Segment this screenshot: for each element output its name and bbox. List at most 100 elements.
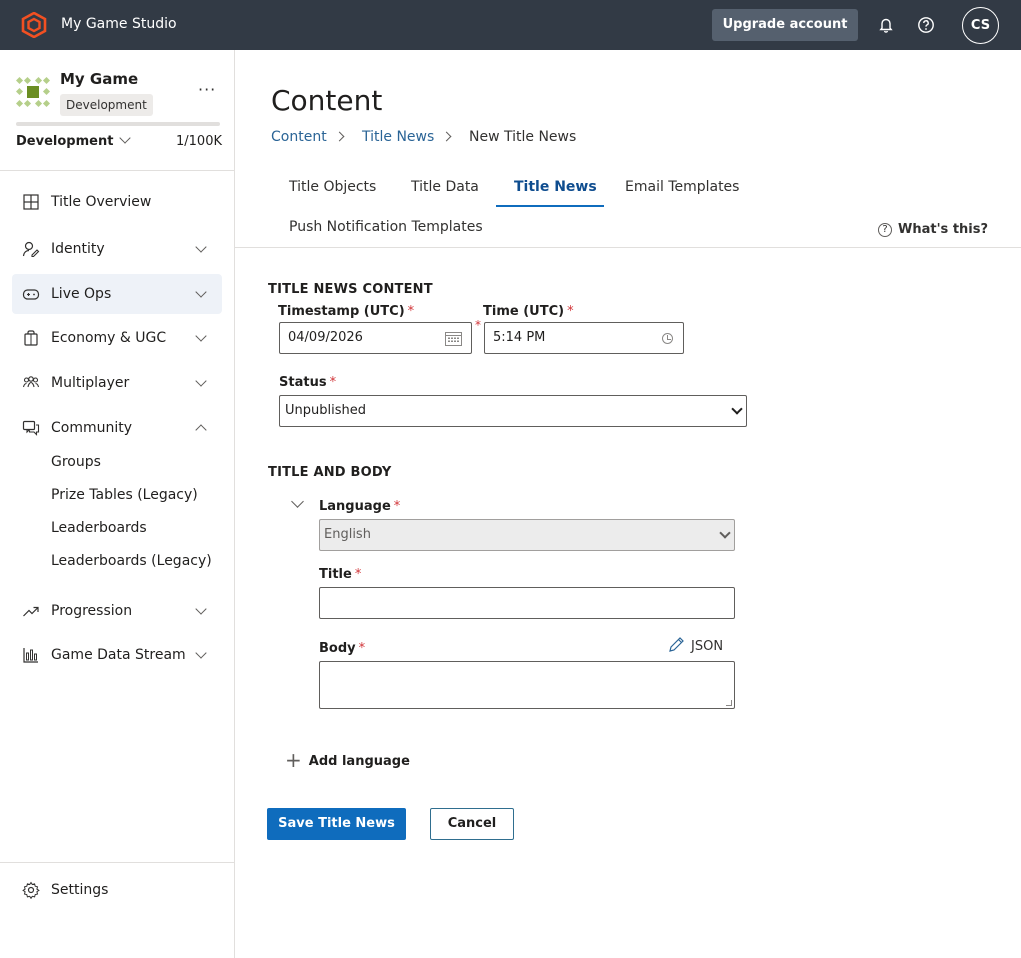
resize-handle[interactable]: [726, 700, 732, 706]
body-textarea[interactable]: [319, 661, 735, 709]
quota-progress-bar: [16, 122, 220, 126]
language-label: Language *: [319, 499, 400, 514]
page-title: Content: [271, 84, 383, 117]
json-label: JSON: [691, 639, 724, 654]
active-tab-indicator: [496, 205, 604, 207]
plus-icon: +: [285, 748, 302, 772]
studio-name[interactable]: My Game Studio: [61, 16, 177, 32]
section-heading-title-body: TITLE AND BODY: [268, 465, 392, 480]
chevron-right-icon: [334, 131, 345, 142]
identity-icon: [22, 241, 40, 258]
calendar-icon[interactable]: [445, 331, 462, 346]
trending-icon: [23, 606, 39, 617]
sidebar-subitem-leaderboards[interactable]: Leaderboards: [51, 520, 147, 536]
top-bar: My Game Studio Upgrade account CS: [0, 0, 1021, 50]
chevron-down-icon: [195, 603, 207, 615]
chevron-down-icon: [719, 527, 731, 539]
section-heading-content: TITLE NEWS CONTENT: [268, 282, 433, 297]
language-value: English: [324, 527, 371, 542]
pencil-icon: [669, 637, 684, 652]
title-label: Title *: [319, 567, 361, 582]
bell-icon[interactable]: [876, 15, 896, 35]
time-value: 5:14 PM: [493, 330, 546, 345]
sidebar: My Game Development ··· Development 1/10…: [0, 50, 235, 958]
status-select[interactable]: Unpublished: [279, 395, 747, 427]
status-value: Unpublished: [285, 403, 366, 418]
title-input[interactable]: [319, 587, 735, 619]
tab-title-data[interactable]: Title Data: [411, 179, 479, 195]
tab-email-templates[interactable]: Email Templates: [625, 179, 739, 195]
divider: [0, 170, 234, 171]
sidebar-item-live-ops[interactable]: Live Ops: [12, 274, 222, 314]
sidebar-item-label: Multiplayer: [51, 375, 130, 391]
breadcrumb-title-news[interactable]: Title News: [362, 129, 434, 145]
chevron-right-icon: [441, 131, 452, 142]
tab-push-notification-templates[interactable]: Push Notification Templates: [289, 219, 483, 235]
environment-selector[interactable]: Development: [16, 132, 132, 149]
sidebar-item-label: Community: [51, 420, 133, 436]
tab-title-news[interactable]: Title News: [514, 179, 597, 195]
environment-badge: Development: [60, 94, 153, 116]
sidebar-subitem-groups[interactable]: Groups: [51, 454, 101, 470]
environment-selector-label: Development: [16, 134, 114, 149]
cancel-button[interactable]: Cancel: [430, 808, 514, 840]
quota-text: 1/100K: [176, 134, 222, 149]
sidebar-item-settings[interactable]: Settings: [12, 870, 222, 910]
people-icon: [22, 376, 40, 388]
help-icon[interactable]: [916, 15, 936, 35]
sidebar-item-community[interactable]: Community: [12, 408, 222, 448]
divider: [0, 862, 234, 863]
breadcrumb-content[interactable]: Content: [271, 129, 327, 145]
sidebar-item-progression[interactable]: Progression: [12, 591, 222, 631]
time-label-text: Time (UTC): [483, 304, 565, 319]
more-options-icon[interactable]: ···: [198, 80, 216, 99]
json-edit-link[interactable]: JSON: [668, 637, 724, 655]
required-mark: *: [407, 304, 415, 319]
sidebar-item-game-data-stream[interactable]: Game Data Stream: [12, 635, 222, 675]
required-mark: *: [475, 318, 481, 332]
status-label: Status *: [279, 375, 336, 390]
required-mark: *: [354, 567, 362, 582]
required-mark: *: [567, 304, 574, 319]
time-input[interactable]: 5:14 PM: [484, 322, 684, 354]
add-language-button[interactable]: + Add language: [285, 746, 410, 772]
help-icon: ?: [878, 223, 892, 237]
chevron-down-icon: [195, 647, 207, 659]
divider: [235, 247, 1021, 248]
whats-this-link[interactable]: ? What's this?: [878, 222, 988, 238]
collapse-chevron-icon[interactable]: [291, 495, 304, 508]
chevron-down-icon: [195, 330, 207, 342]
language-select: English: [319, 519, 735, 551]
chevron-down-icon: [119, 132, 132, 144]
chevron-down-icon: [195, 375, 207, 387]
sidebar-item-identity[interactable]: Identity: [12, 229, 222, 269]
chevron-down-icon: [195, 241, 207, 253]
upgrade-account-button[interactable]: Upgrade account: [712, 9, 858, 41]
sidebar-item-label: Economy & UGC: [51, 330, 167, 346]
clock-icon[interactable]: [662, 333, 673, 344]
sidebar-item-label: Title Overview: [51, 194, 152, 210]
chevron-down-icon: [731, 403, 743, 415]
sidebar-item-multiplayer[interactable]: Multiplayer: [12, 363, 222, 403]
save-title-news-button[interactable]: Save Title News: [267, 808, 406, 840]
sidebar-item-economy[interactable]: Economy & UGC: [12, 318, 222, 358]
timestamp-input[interactable]: 04/09/2026: [279, 322, 472, 354]
sidebar-item-label: Identity: [51, 241, 105, 257]
user-avatar[interactable]: CS: [962, 7, 999, 44]
gear-icon: [22, 881, 40, 899]
sidebar-item-label: Live Ops: [51, 286, 112, 302]
status-label-text: Status: [279, 375, 327, 390]
sidebar-subitem-leaderboards-legacy[interactable]: Leaderboards (Legacy): [51, 553, 212, 569]
add-language-label: Add language: [308, 754, 410, 769]
sidebar-item-title-overview[interactable]: Title Overview: [12, 182, 222, 222]
sidebar-subitem-prize-tables[interactable]: Prize Tables (Legacy): [51, 487, 198, 503]
game-icon: [16, 76, 50, 108]
game-name[interactable]: My Game: [60, 70, 138, 88]
tab-title-objects[interactable]: Title Objects: [289, 179, 376, 195]
gamepad-icon: [22, 289, 40, 300]
bar-chart-icon: [23, 648, 38, 663]
time-label: Time (UTC) *: [483, 304, 574, 319]
sidebar-item-label: Settings: [51, 882, 109, 898]
body-label: Body *: [319, 641, 365, 656]
studio-logo-icon[interactable]: [21, 12, 47, 38]
